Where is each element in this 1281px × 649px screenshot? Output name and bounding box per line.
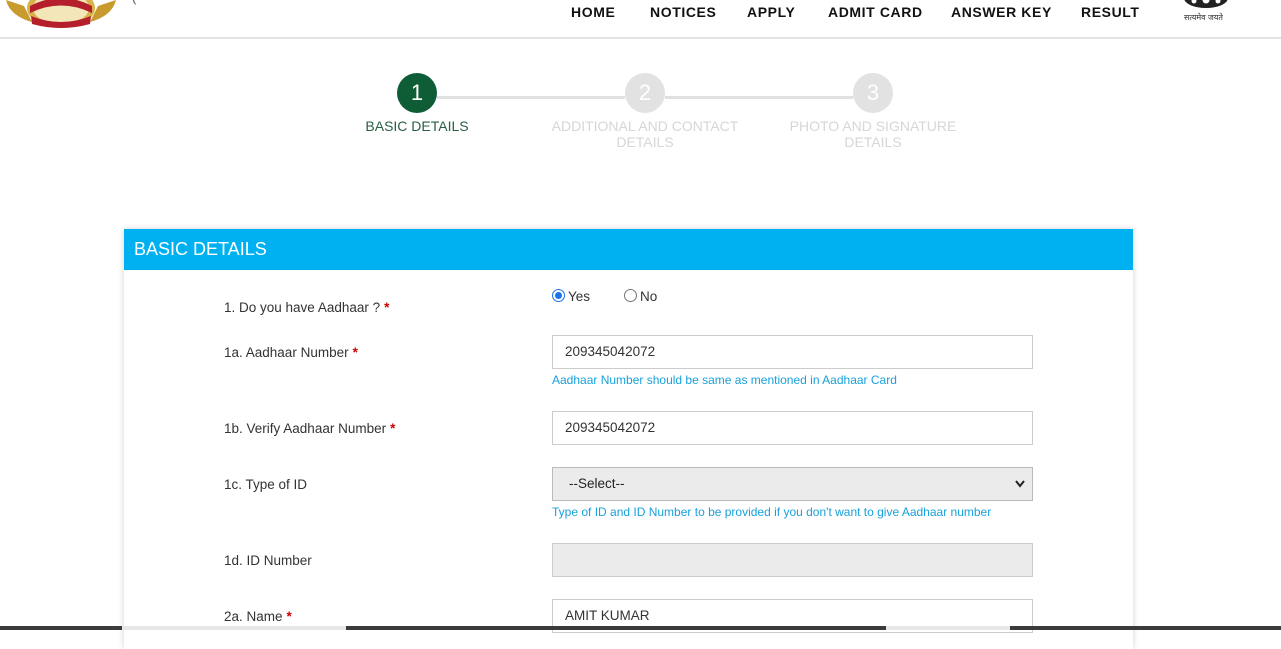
step-3-label: PHOTO AND SIGNATURE DETAILS bbox=[789, 118, 957, 150]
basic-details-card: BASIC DETAILS 1. Do you have Aadhaar ? * … bbox=[124, 229, 1133, 649]
aadhaar-no-label: No bbox=[640, 289, 658, 304]
id-number-input[interactable] bbox=[552, 543, 1033, 577]
aadhaar-question-text: 1. Do you have Aadhaar ? bbox=[224, 300, 381, 315]
nav-admit-card[interactable]: ADMIT CARD bbox=[828, 4, 923, 20]
step-connector-1 bbox=[437, 96, 625, 99]
chevron-down-icon bbox=[1014, 468, 1026, 513]
id-type-select[interactable]: --Select-- bbox=[552, 467, 1033, 501]
scrollbar-thumb[interactable] bbox=[346, 626, 886, 630]
nav-answer-key[interactable]: ANSWER KEY bbox=[951, 4, 1052, 20]
scrollbar-segment bbox=[1010, 626, 1281, 630]
commission-logo[interactable] bbox=[4, 0, 118, 28]
top-header: ( HOME NOTICES APPLY ADMIT CARD ANSWER K… bbox=[0, 0, 1281, 39]
aadhaar-number-hint: Aadhaar Number should be same as mention… bbox=[552, 373, 897, 387]
step-2-label: ADDITIONAL AND CONTACT DETAILS bbox=[551, 118, 739, 150]
aadhaar-no-radio[interactable]: No bbox=[624, 289, 657, 304]
required-marker: * bbox=[352, 345, 358, 360]
horizontal-scrollbar[interactable] bbox=[0, 626, 1281, 630]
required-marker: * bbox=[286, 609, 292, 624]
step-1-circle: 1 bbox=[397, 73, 437, 113]
verify-aadhaar-label: 1b. Verify Aadhaar Number * bbox=[224, 421, 395, 436]
header-subtitle: ( bbox=[132, 0, 136, 5]
aadhaar-yes-label: Yes bbox=[568, 289, 591, 304]
name-text: 2a. Name bbox=[224, 609, 283, 624]
aadhaar-number-text: 1a. Aadhaar Number bbox=[224, 345, 349, 360]
aadhaar-question-label: 1. Do you have Aadhaar ? * bbox=[224, 300, 389, 315]
id-type-hint: Type of ID and ID Number to be provided … bbox=[552, 505, 992, 519]
emblem-caption: सत्यमेव जयते bbox=[1184, 13, 1223, 22]
id-type-selected: --Select-- bbox=[569, 476, 625, 491]
aadhaar-number-input[interactable]: 209345042072 bbox=[552, 335, 1033, 369]
nav-apply[interactable]: APPLY bbox=[747, 4, 795, 20]
nav-notices[interactable]: NOTICES bbox=[650, 4, 716, 20]
step-connector-2 bbox=[665, 96, 853, 99]
step-2-circle: 2 bbox=[625, 73, 665, 113]
verify-aadhaar-input[interactable]: 209345042072 bbox=[552, 411, 1033, 445]
scrollbar-segment bbox=[0, 626, 122, 630]
step-3-circle: 3 bbox=[853, 73, 893, 113]
id-number-label: 1d. ID Number bbox=[224, 553, 312, 568]
nav-home[interactable]: HOME bbox=[571, 4, 615, 20]
id-type-label: 1c. Type of ID bbox=[224, 477, 308, 492]
radio-unchecked-icon[interactable] bbox=[624, 289, 637, 302]
required-marker: * bbox=[390, 421, 396, 436]
nav-result[interactable]: RESULT bbox=[1081, 4, 1140, 20]
radio-checked-icon[interactable] bbox=[552, 289, 565, 302]
national-emblem-icon: सत्यमेव जयते bbox=[1180, 0, 1232, 28]
verify-aadhaar-text: 1b. Verify Aadhaar Number bbox=[224, 421, 387, 436]
aadhaar-number-label: 1a. Aadhaar Number * bbox=[224, 345, 358, 360]
name-label: 2a. Name * bbox=[224, 609, 292, 624]
aadhaar-yes-radio[interactable]: Yes bbox=[552, 289, 590, 304]
card-title: BASIC DETAILS bbox=[124, 229, 1133, 270]
step-1-label: BASIC DETAILS bbox=[365, 118, 469, 134]
required-marker: * bbox=[384, 300, 390, 315]
